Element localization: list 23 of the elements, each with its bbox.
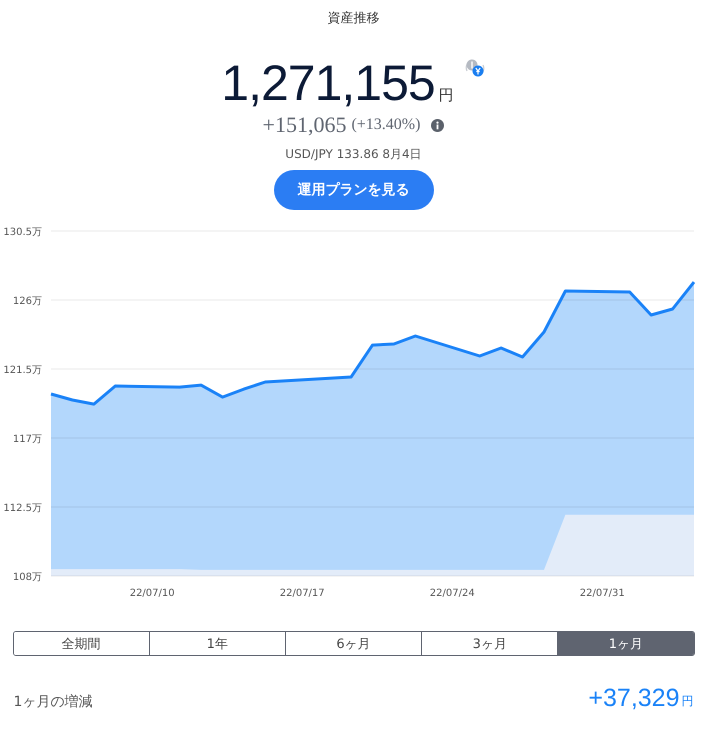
period-change-label: 1ヶ月の増減 — [14, 693, 92, 711]
y-axis-label: 130.5万 — [3, 227, 42, 238]
period-tab[interactable]: 1ヶ月 — [557, 632, 694, 655]
currency-switch-icon[interactable] — [464, 57, 486, 79]
total-value: 1,271,155 — [221, 57, 435, 109]
period-change-value: +37,329 — [588, 684, 680, 713]
y-axis-label: 126万 — [12, 296, 42, 307]
currency-unit: 円 — [438, 86, 454, 105]
plan-button[interactable]: 運用プランを見る — [274, 170, 434, 210]
x-axis-label: 22/07/17 — [280, 588, 325, 599]
x-axis-label: 22/07/24 — [430, 588, 475, 599]
x-axis-label: 22/07/31 — [580, 588, 625, 599]
y-axis-label: 121.5万 — [3, 365, 42, 376]
info-icon[interactable] — [431, 118, 444, 132]
currency-unit: 円 — [682, 693, 694, 710]
page-title: 資産推移 — [328, 10, 380, 27]
exchange-rate: USD/JPY 133.86 8月4日 — [285, 146, 422, 163]
y-axis-label: 108万 — [12, 572, 42, 583]
change-amount: +151,065 — [262, 112, 346, 138]
x-axis-label: 22/07/10 — [130, 588, 175, 599]
y-axis-label: 117万 — [12, 434, 42, 445]
change-percent: (+13.40%) — [351, 116, 420, 134]
y-axis-label: 112.5万 — [3, 503, 42, 514]
